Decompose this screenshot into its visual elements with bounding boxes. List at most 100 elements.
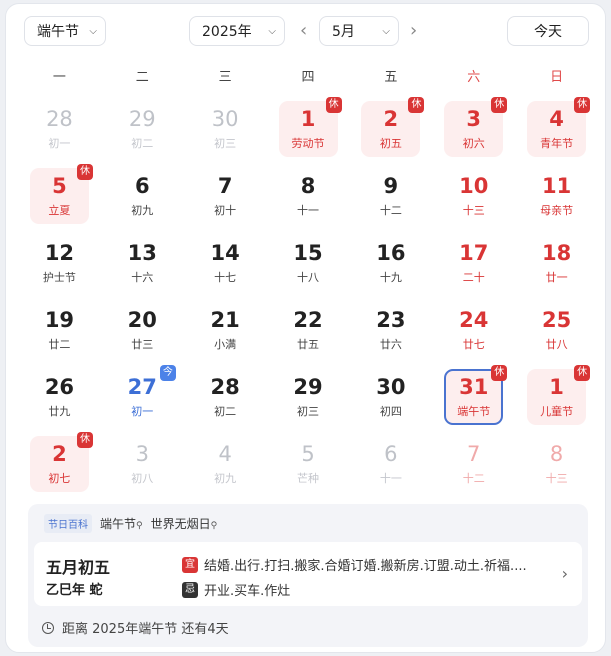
festival-tag[interactable]: 端午节⚲	[100, 515, 143, 532]
calendar-day-cell[interactable]: 6 初九	[101, 166, 184, 233]
festival-tag[interactable]: 世界无烟日⚲	[151, 515, 218, 532]
festival-tags: 节日百科 端午节⚲ 世界无烟日⚲	[44, 514, 225, 533]
calendar-week-row: 28 初一 29 初二 30 初三 1 劳动节休 2 初五休 3 初六休 4 青年节休	[18, 97, 598, 166]
calendar-day-cell[interactable]: 6 十一	[349, 434, 432, 501]
day-number: 6	[134, 174, 150, 198]
lunar-day-label: 初三	[214, 137, 237, 150]
lunar-day-label: 立夏	[48, 204, 71, 217]
day-number: 14	[210, 241, 240, 265]
calendar-day-cell[interactable]: 30 初四	[349, 367, 432, 434]
calendar-day-cell[interactable]: 1 儿童节休	[515, 365, 598, 434]
calendar-day-cell[interactable]: 23 廿六	[349, 300, 432, 367]
calendar-day-cell[interactable]: 25 廿八	[515, 300, 598, 367]
lunar-day-label: 初九	[131, 204, 154, 217]
calendar-day-cell[interactable]: 28 初二	[184, 367, 267, 434]
calendar-day-cell[interactable]: 29 初二	[101, 99, 184, 166]
day-number: 13	[127, 241, 157, 265]
day-number: 11	[541, 174, 572, 198]
calendar-day-cell[interactable]: 5 立夏休	[18, 164, 101, 233]
calendar-day-cell[interactable]: 5 芒种	[267, 434, 350, 501]
calendar-day-cell[interactable]: 19 廿二	[18, 300, 101, 367]
calendar-week-row: 5 立夏休 6 初九 7 初十 8 十一 9 十二 10 十三 11 母亲节	[18, 164, 598, 233]
day-number: 9	[383, 174, 399, 198]
calendar-day-cell[interactable]: 1 劳动节休	[267, 97, 350, 166]
holiday-badge: 休	[491, 97, 508, 113]
calendar-day-cell[interactable]: 27 初一今	[101, 365, 184, 434]
day-number: 10	[459, 174, 489, 198]
calendar-day-cell[interactable]: 15 十八	[267, 233, 350, 300]
prev-month-button[interactable]: ‹	[300, 20, 307, 41]
calendar-day-cell[interactable]: 12 护士节	[18, 233, 101, 300]
calendar-day-cell[interactable]: 4 初九	[184, 434, 267, 501]
weekday-label: 六	[467, 70, 481, 85]
calendar-day-cell[interactable]: 9 十二	[349, 166, 432, 233]
calendar-day-cell[interactable]: 28 初一	[18, 99, 101, 166]
day-number: 30	[211, 107, 239, 131]
lunar-day-label: 初十	[214, 204, 237, 217]
calendar-day-cell[interactable]: 8 十一	[267, 166, 350, 233]
lunar-day-label: 十三	[462, 204, 485, 217]
calendar-grid: 28 初一 29 初二 30 初三 1 劳动节休 2 初五休 3 初六休 4 青年节休 5 立夏休 6 初九 7 初十…	[18, 97, 598, 501]
lunar-day-label: 十一	[379, 472, 402, 485]
day-number: 30	[376, 375, 406, 399]
lunar-day-label: 廿二	[48, 338, 71, 351]
chevron-right-icon[interactable]: ›	[562, 564, 568, 583]
auspicious-row: 宜 结婚.出行.打扫.搬家.合婚订婚.搬新房.订盟.动土.祈福....	[182, 555, 542, 574]
day-number: 18	[541, 241, 572, 265]
calendar-day-cell[interactable]: 22 廿五	[267, 300, 350, 367]
lunar-day-label: 十八	[297, 271, 319, 284]
calendar-day-cell[interactable]: 14 十七	[184, 233, 267, 300]
calendar-day-cell[interactable]: 10 十三	[432, 166, 515, 233]
calendar-day-cell[interactable]: 7 初十	[184, 166, 267, 233]
calendar-day-cell[interactable]: 2 初五休	[349, 97, 432, 166]
weekday-header: 一 二 三 四 五 六 日	[18, 66, 598, 85]
calendar-day-cell[interactable]: 8 十三	[515, 434, 598, 501]
calendar-day-cell[interactable]: 13 十六	[101, 233, 184, 300]
weekday-label: 四	[301, 70, 315, 85]
lunar-day-label: 初五	[379, 137, 402, 150]
calendar-day-cell[interactable]: 3 初八	[101, 434, 184, 501]
almanac-card[interactable]: 五月初五 乙巳年 蛇 宜 结婚.出行.打扫.搬家.合婚订婚.搬新房.订盟.动土.…	[34, 542, 582, 606]
calendar-day-cell[interactable]: 21 小满	[184, 300, 267, 367]
calendar-day-cell[interactable]: 30 初三	[184, 99, 267, 166]
calendar-day-cell[interactable]: 29 初三	[267, 367, 350, 434]
calendar-day-cell[interactable]: 24 廿七	[432, 300, 515, 367]
weekday-label: 五	[384, 70, 398, 85]
calendar-day-cell[interactable]: 4 青年节休	[515, 97, 598, 166]
lunar-date: 五月初五	[46, 558, 111, 577]
auspicious-text: 结婚.出行.打扫.搬家.合婚订婚.搬新房.订盟.动土.祈福....	[204, 559, 527, 574]
calendar-day-cell[interactable]: 20 廿三	[101, 300, 184, 367]
year-select[interactable]: 2025年 ⌵	[189, 16, 285, 46]
calendar-week-row: 19 廿二 20 廿三 21 小满 22 廿五 23 廿六 24 廿七 25 廿八	[18, 300, 598, 367]
calendar-day-cell[interactable]: 2 初七休	[18, 432, 101, 501]
day-number: 17	[459, 241, 489, 265]
lunar-day-label: 廿五	[297, 338, 319, 351]
calendar-week-row: 26 廿九 27 初一今 28 初二 29 初三 30 初四 31 端午节休 1 儿童节休	[18, 365, 598, 434]
month-select[interactable]: 5月 ⌵	[319, 16, 399, 46]
today-button[interactable]: 今天	[507, 16, 589, 46]
lunar-day-label: 十七	[214, 271, 237, 284]
day-number: 7	[217, 174, 233, 198]
calendar-day-cell[interactable]: 7 十二	[432, 434, 515, 501]
countdown-text: 距离 2025年端午节 还有4天	[62, 622, 229, 637]
year-select-value: 2025年	[202, 24, 252, 40]
calendar-day-cell[interactable]: 18 廿一	[515, 233, 598, 300]
lunar-day-label: 初一	[131, 405, 154, 418]
calendar-week-row: 12 护士节 13 十六 14 十七 15 十八 16 十九 17 二十 18 廿一	[18, 233, 598, 300]
holiday-badge: 休	[77, 164, 93, 180]
calendar-day-cell[interactable]: 3 初六休	[432, 97, 515, 166]
next-month-button[interactable]: ›	[410, 20, 417, 41]
calendar-day-cell[interactable]: 11 母亲节	[515, 166, 598, 233]
lunar-day-label: 芒种	[297, 472, 319, 485]
calendar-toolbar: 端午节 ⌵ 2025年 ⌵ ‹ 5月 ⌵ › 今天	[22, 16, 589, 50]
day-number: 19	[44, 308, 75, 332]
lunar-day-label: 二十	[462, 271, 485, 284]
calendar-day-cell[interactable]: 17 二十	[432, 233, 515, 300]
holiday-select[interactable]: 端午节 ⌵	[24, 16, 106, 46]
holiday-badge: 休	[77, 432, 93, 448]
calendar-day-cell[interactable]: 16 十九	[349, 233, 432, 300]
search-icon: ⚲	[210, 521, 218, 531]
calendar-day-cell[interactable]: 26 廿九	[18, 367, 101, 434]
day-number: 24	[459, 308, 489, 332]
calendar-day-cell[interactable]: 31 端午节休	[432, 365, 515, 434]
